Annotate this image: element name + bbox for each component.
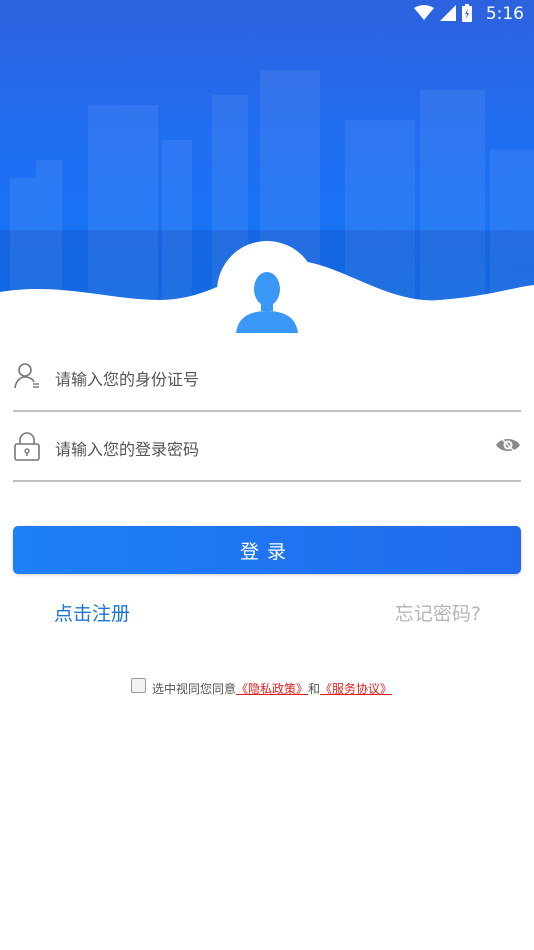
password-placeholder: 请输入您的登录密码: [55, 440, 200, 459]
id-number-placeholder: 请输入您的身份证号: [55, 370, 200, 389]
agreement-text: 选中视同您同意: [152, 682, 237, 696]
login-button[interactable]: 登录: [13, 526, 521, 574]
register-link[interactable]: 点击注册: [54, 599, 130, 626]
signal-icon: [440, 5, 456, 21]
password-field[interactable]: 请输入您的登录密码: [13, 420, 521, 482]
user-icon: [14, 363, 39, 389]
forgot-password-link[interactable]: 忘记密码?: [395, 599, 481, 626]
status-bar: 5:16: [0, 0, 534, 28]
lock-icon: [14, 432, 40, 461]
wifi-icon: [414, 5, 434, 20]
avatar-icon: [236, 272, 298, 333]
privacy-policy-link[interactable]: 《隐私政策》: [236, 680, 308, 697]
avatar: [217, 241, 317, 341]
battery-icon: [462, 4, 472, 22]
agreement-row: 选中视同您同意 《隐私政策》 和 《服务协议》: [131, 678, 392, 697]
agreement-connector: 和: [308, 682, 321, 696]
id-number-field[interactable]: 请输入您的身份证号: [13, 350, 521, 412]
eye-icon[interactable]: [495, 434, 521, 456]
service-agreement-link[interactable]: 《服务协议》: [320, 680, 392, 697]
checkbox-icon[interactable]: [131, 678, 146, 693]
status-time: 5:16: [485, 4, 524, 24]
